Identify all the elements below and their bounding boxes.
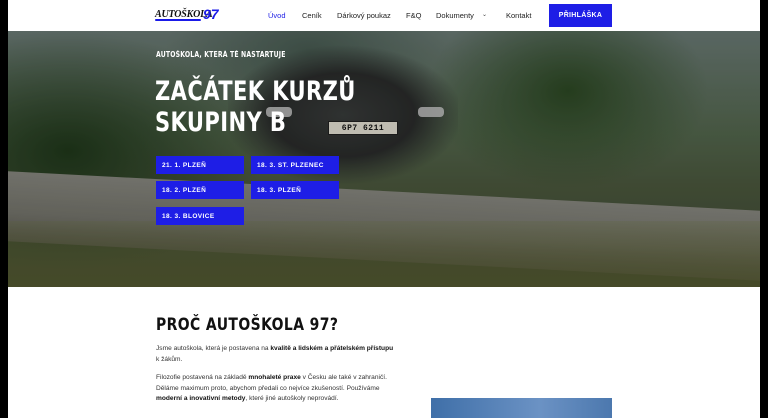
- nav-item-darkovy-poukaz[interactable]: Dárkový poukaz: [337, 11, 391, 20]
- logo-number: 97: [203, 6, 219, 22]
- text-bold: kvalitě a lidském a přátelském přístupu: [270, 345, 394, 352]
- date-button-plzen-18-3[interactable]: 18. 3. PLZEŇ: [251, 181, 339, 199]
- logo[interactable]: AUTOŠKOLA 97: [155, 6, 227, 22]
- about-section: PROČ AUTOŠKOLA 97? Jsme autoškola, která…: [8, 287, 760, 418]
- site-header: AUTOŠKOLA 97 Úvod Ceník Dárkový poukaz F…: [8, 0, 760, 31]
- date-button-st-plzenec[interactable]: 18. 3. ST. PLZENEC: [251, 156, 339, 174]
- date-button-blovice[interactable]: 18. 3. BLOVICE: [156, 207, 244, 225]
- about-paragraph: Filozofie postavená na základě mnohaleté…: [156, 373, 396, 405]
- nav-item-kontakt[interactable]: Kontakt: [506, 11, 531, 20]
- text: Jsme autoškola, která je postavena na: [156, 345, 271, 352]
- hero-subtitle: AUTOŠKOLA, KTERÁ TĚ NASTARTUJE: [156, 50, 286, 59]
- hero-banner: 6P7 6211 AUTOŠKOLA, KTERÁ TĚ NASTARTUJE …: [8, 31, 760, 287]
- prihlaska-button[interactable]: PŘIHLÁŠKA: [549, 4, 612, 27]
- text-bold: mnohaleté praxe: [248, 374, 301, 381]
- date-button-plzen-21-1[interactable]: 21. 1. PLZEŇ: [156, 156, 244, 174]
- page: AUTOŠKOLA 97 Úvod Ceník Dárkový poukaz F…: [8, 0, 760, 418]
- text: k žákům.: [156, 355, 183, 363]
- hero-title-line: SKUPINY B: [155, 107, 287, 138]
- hero-title-line: ZAČÁTEK KURZŮ: [155, 76, 356, 107]
- nav-item-uvod[interactable]: Úvod: [268, 11, 286, 20]
- text-bold: moderní a inovativní metody: [156, 395, 246, 402]
- nav-item-fq[interactable]: F&Q: [406, 11, 421, 20]
- text: , které jiné autoškoly neprovádí.: [245, 395, 339, 402]
- about-heading: PROČ AUTOŠKOLA 97?: [156, 315, 339, 335]
- about-paragraph: Jsme autoškola, která je postavena na kv…: [156, 344, 396, 365]
- nav-item-cenik[interactable]: Ceník: [302, 11, 322, 20]
- hero-overlay: [8, 31, 760, 287]
- nav-item-dokumenty[interactable]: Dokumenty: [436, 11, 474, 20]
- chevron-down-icon[interactable]: ⌄: [482, 11, 487, 18]
- about-image: [431, 398, 612, 418]
- hero-title: ZAČÁTEK KURZŮ SKUPINY B: [155, 76, 389, 138]
- date-button-plzen-18-2[interactable]: 18. 2. PLZEŇ: [156, 181, 244, 199]
- logo-swoosh: [155, 19, 201, 21]
- text: Filozofie postavená na základě: [156, 374, 249, 381]
